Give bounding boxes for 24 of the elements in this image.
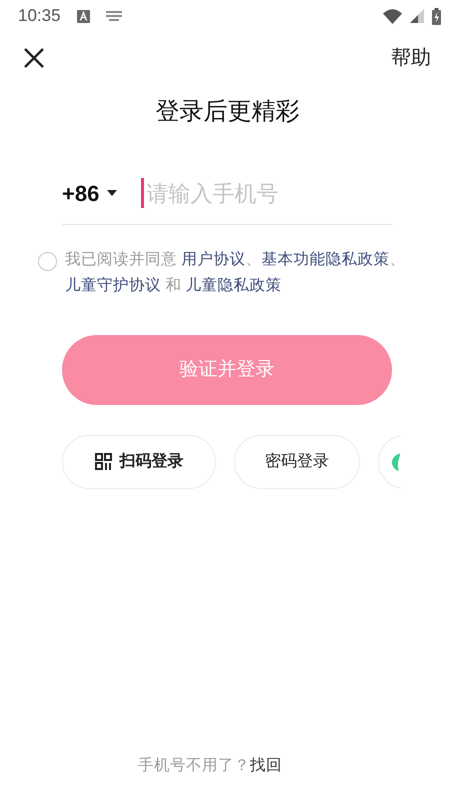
country-code-selector[interactable]: +86 [62, 176, 118, 210]
qr-code-icon [94, 453, 112, 470]
dropdown-caret-icon [107, 190, 118, 196]
battery-icon [432, 8, 441, 24]
close-button[interactable] [24, 48, 44, 68]
close-icon [24, 48, 44, 68]
policy-link[interactable]: 用户协议 [181, 250, 246, 268]
login-option-button[interactable]: 密码登录 [234, 434, 360, 489]
wifi-icon [383, 8, 402, 24]
text-input-icon [76, 10, 90, 22]
keyboard-icon [106, 11, 122, 21]
leaf-icon [391, 452, 400, 471]
agreement-text: 我已阅读并同意 用户协议、基本功能隐私政策、 儿童守护协议 和 儿童隐私政策 [65, 250, 406, 296]
login-option-button[interactable]: 扫码登录 [62, 434, 216, 489]
signal-icon [410, 9, 424, 23]
page-title: 登录后更精彩 [156, 98, 300, 127]
recover-account-link[interactable]: 找回 [250, 757, 282, 774]
help-link[interactable]: 帮助 [391, 43, 431, 73]
policy-link[interactable]: 儿童隐私政策 [186, 276, 282, 294]
policy-link[interactable]: 儿童守护协议 [65, 276, 161, 294]
footer-text: 手机号不用了？找回 [138, 756, 282, 776]
status-time: 10:35 [18, 5, 61, 28]
agree-radio[interactable] [38, 252, 57, 271]
policy-link[interactable]: 基本功能隐私政策 [261, 250, 390, 268]
